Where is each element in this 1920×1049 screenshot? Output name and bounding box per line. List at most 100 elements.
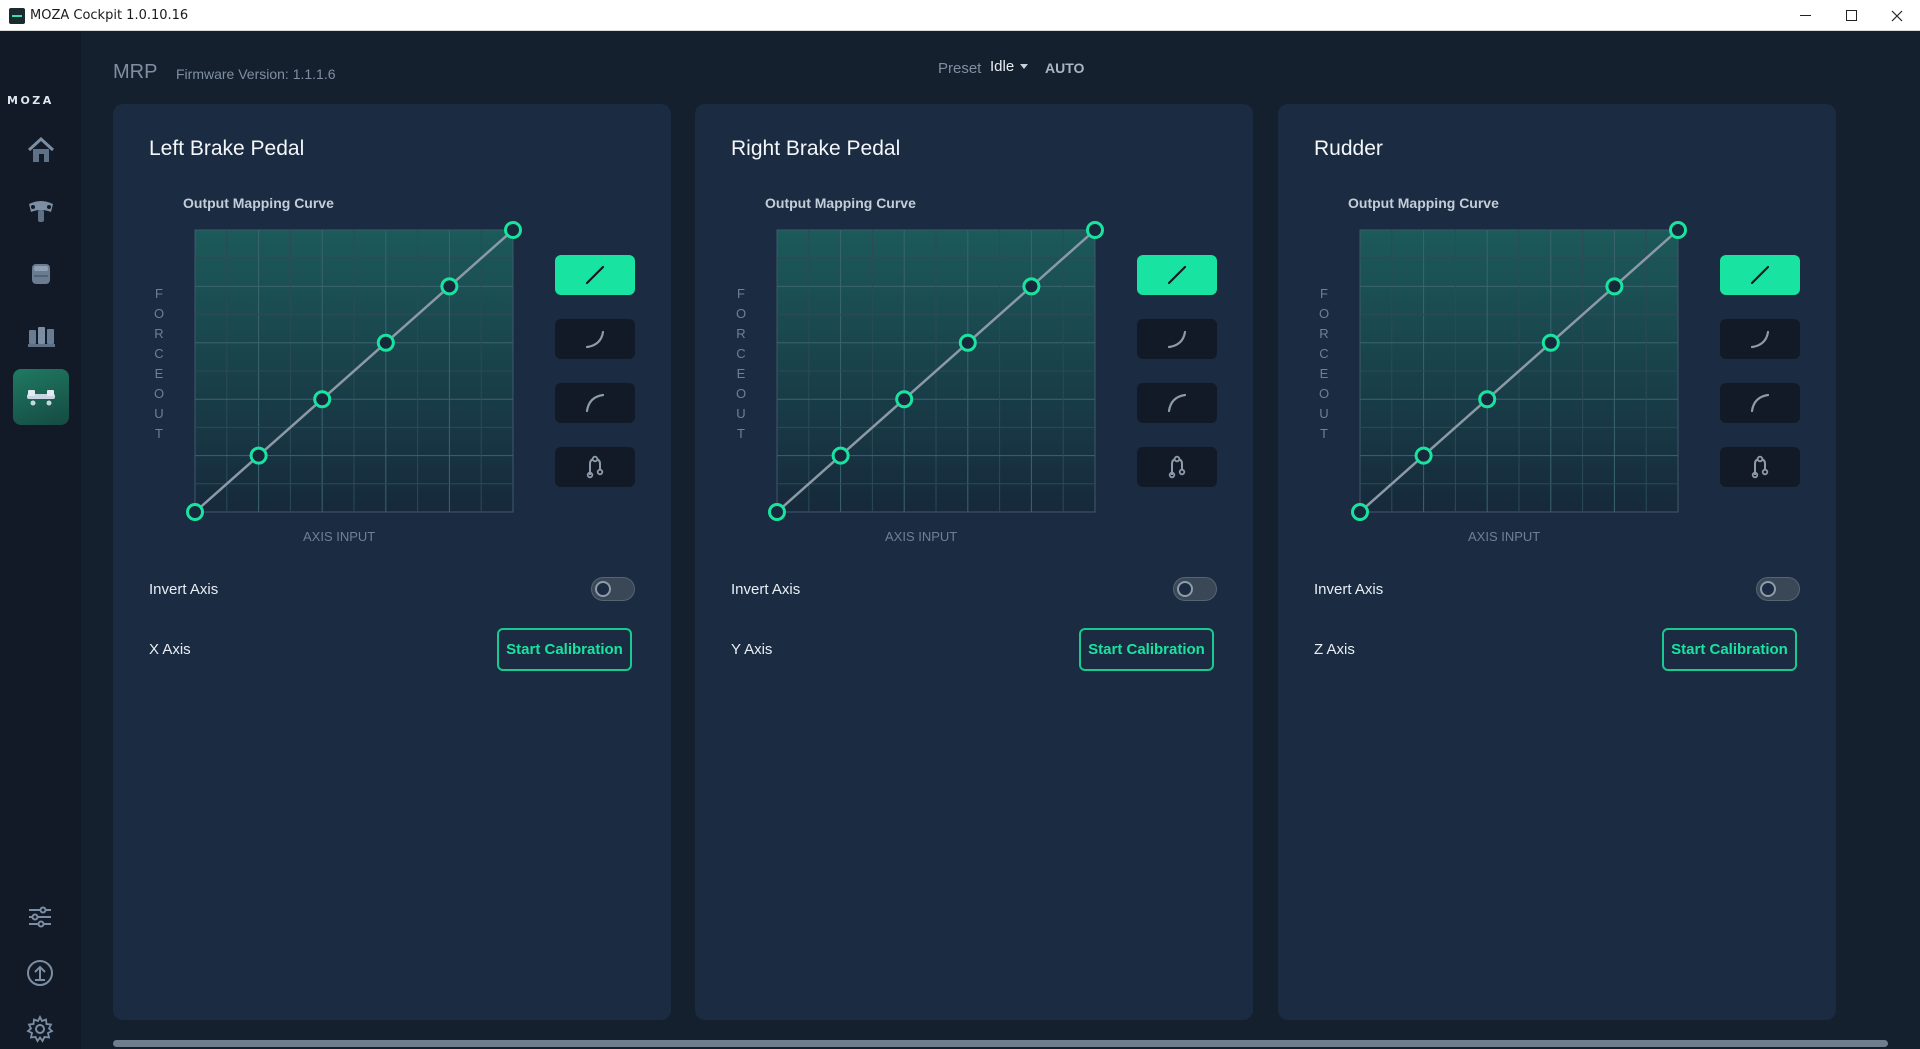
axis-name: X Axis <box>149 641 191 658</box>
chevron-down-icon <box>1020 64 1029 69</box>
linear-curve-icon <box>585 265 605 285</box>
brand-logo: MOZA <box>7 94 54 107</box>
horizontal-scrollbar[interactable] <box>113 1040 1888 1047</box>
logarithmic-curve-icon <box>1750 393 1770 413</box>
invert-axis-toggle[interactable] <box>591 577 635 601</box>
exponential-curve-icon <box>585 330 605 349</box>
curve-preset-linear-button[interactable] <box>1137 255 1217 295</box>
sidebar-item-pedals[interactable] <box>13 307 69 363</box>
curve-preset-exponential-button[interactable] <box>1137 319 1217 359</box>
curve-control-point[interactable] <box>1541 333 1560 352</box>
sliders-icon <box>29 906 51 928</box>
panel-right-brake: Right Brake Pedal Output Mapping Curve F… <box>695 104 1253 1020</box>
curve-control-point[interactable] <box>249 446 268 465</box>
invert-axis-label: Invert Axis <box>731 581 801 598</box>
curve-control-point[interactable] <box>1605 277 1624 296</box>
output-mapping-curve-chart[interactable] <box>1332 221 1694 538</box>
panel-title: Left Brake Pedal <box>149 137 305 160</box>
panel-left-brake: Left Brake Pedal Output Mapping Curve FO… <box>113 104 671 1020</box>
curve-preset-custom-button[interactable] <box>1720 447 1800 487</box>
invert-axis-label: Invert Axis <box>1314 581 1384 598</box>
curve-label: Output Mapping Curve <box>183 195 334 211</box>
minimize-button[interactable] <box>1782 0 1828 31</box>
preset-dropdown[interactable]: Idle <box>990 58 1029 75</box>
exponential-curve-icon <box>1167 330 1187 349</box>
curve-control-point[interactable] <box>376 333 395 352</box>
auto-preset-button[interactable]: AUTO <box>1045 60 1084 76</box>
exponential-curve-icon <box>1750 330 1770 349</box>
curve-control-point[interactable] <box>1022 277 1041 296</box>
curve-control-point[interactable] <box>1086 221 1104 239</box>
curve-control-point[interactable] <box>831 446 850 465</box>
curve-preset-logarithmic-button[interactable] <box>555 383 635 423</box>
curve-control-point[interactable] <box>768 503 786 521</box>
sidebar-item-home[interactable] <box>13 122 69 178</box>
output-mapping-curve-chart[interactable] <box>167 221 529 538</box>
custom-curve-icon <box>1168 455 1186 479</box>
curve-preset-exponential-button[interactable] <box>1720 319 1800 359</box>
panel-title: Right Brake Pedal <box>731 137 901 160</box>
output-mapping-curve-chart[interactable] <box>749 221 1111 538</box>
close-button[interactable] <box>1874 0 1920 31</box>
preset-value: Idle <box>990 58 1015 75</box>
custom-curve-icon <box>586 455 604 479</box>
sidebar-item-wheelbase[interactable] <box>13 245 69 301</box>
start-calibration-button[interactable]: Start Calibration <box>1662 628 1797 671</box>
curve-control-point[interactable] <box>440 277 459 296</box>
sidebar-item-steering-wheel[interactable] <box>13 183 69 239</box>
linear-curve-icon <box>1750 265 1770 285</box>
device-name: MRP <box>113 61 158 83</box>
curve-control-point[interactable] <box>1478 390 1497 409</box>
toggle-knob <box>1177 581 1193 597</box>
curve-preset-exponential-button[interactable] <box>555 319 635 359</box>
rudder-pedals-icon <box>27 390 55 406</box>
scrollbar-thumb[interactable] <box>113 1040 1888 1047</box>
home-icon <box>27 136 55 162</box>
sidebar: MOZA <box>0 31 81 1049</box>
start-calibration-button[interactable]: Start Calibration <box>497 628 632 671</box>
axis-name: Y Axis <box>731 641 773 658</box>
curve-control-point[interactable] <box>313 390 332 409</box>
wheelbase-icon <box>32 264 50 284</box>
curve-preset-logarithmic-button[interactable] <box>1720 383 1800 423</box>
sidebar-sliders-button[interactable] <box>23 900 57 934</box>
minimize-icon <box>1799 15 1811 16</box>
start-calibration-button[interactable]: Start Calibration <box>1079 628 1214 671</box>
curve-label: Output Mapping Curve <box>765 195 916 211</box>
curve-preset-custom-button[interactable] <box>1137 447 1217 487</box>
close-icon <box>1891 10 1903 21</box>
sidebar-settings-button[interactable] <box>23 1012 57 1046</box>
gear-icon <box>26 1015 54 1043</box>
preset-label: Preset <box>938 60 982 77</box>
curve-preset-custom-button[interactable] <box>555 447 635 487</box>
curve-preset-linear-button[interactable] <box>1720 255 1800 295</box>
invert-axis-toggle[interactable] <box>1173 577 1217 601</box>
curve-control-point[interactable] <box>504 221 522 239</box>
linear-curve-icon <box>1167 265 1187 285</box>
maximize-button[interactable] <box>1828 0 1874 31</box>
curve-control-point[interactable] <box>186 503 204 521</box>
sidebar-item-rudder-pedals[interactable] <box>13 369 69 425</box>
y-axis-label: FORCE OUT <box>1318 286 1330 441</box>
window-title: MOZA Cockpit 1.0.10.16 <box>30 8 189 23</box>
firmware-version: Firmware Version: 1.1.1.6 <box>176 66 336 82</box>
axis-name: Z Axis <box>1314 641 1355 658</box>
curve-control-point[interactable] <box>895 390 914 409</box>
curve-control-point[interactable] <box>1669 221 1687 239</box>
curve-preset-linear-button[interactable] <box>555 255 635 295</box>
custom-curve-icon <box>1751 455 1769 479</box>
curve-control-point[interactable] <box>1414 446 1433 465</box>
upload-icon <box>27 960 53 986</box>
app-icon <box>9 8 25 24</box>
y-axis-label: FORCE OUT <box>153 286 165 441</box>
toggle-knob <box>1760 581 1776 597</box>
invert-axis-label: Invert Axis <box>149 581 219 598</box>
toggle-knob <box>595 581 611 597</box>
invert-axis-toggle[interactable] <box>1756 577 1800 601</box>
curve-control-point[interactable] <box>1351 503 1369 521</box>
curve-label: Output Mapping Curve <box>1348 195 1499 211</box>
sidebar-upload-button[interactable] <box>23 956 57 990</box>
curve-control-point[interactable] <box>958 333 977 352</box>
steering-wheel-icon <box>29 201 53 222</box>
curve-preset-logarithmic-button[interactable] <box>1137 383 1217 423</box>
